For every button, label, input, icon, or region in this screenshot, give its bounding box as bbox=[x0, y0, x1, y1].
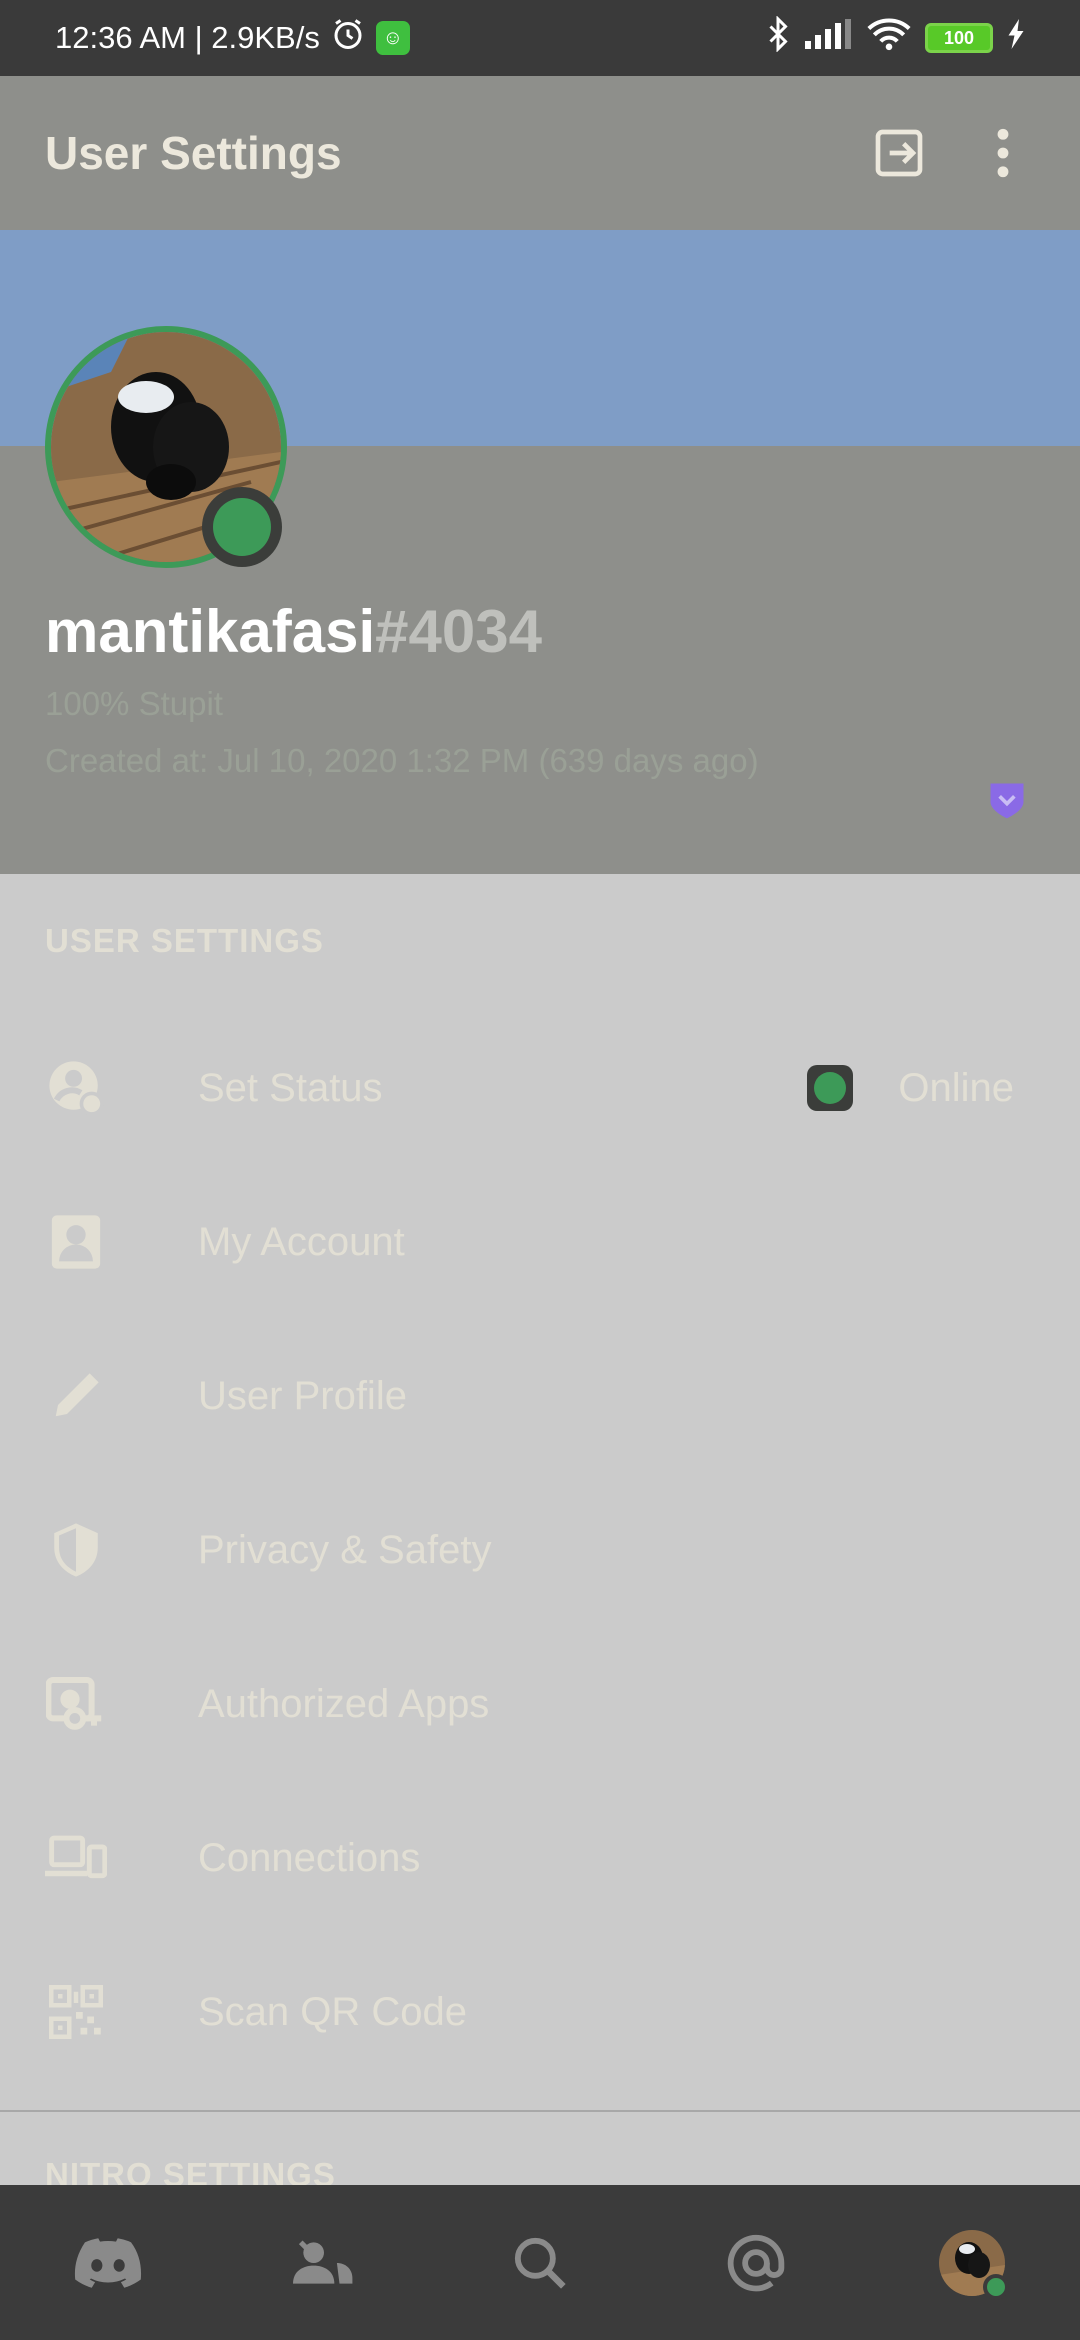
nitro-badge-icon[interactable] bbox=[985, 778, 1029, 822]
more-options-button[interactable] bbox=[971, 121, 1035, 185]
status-time: 12:36 AM | 2.9KB/s bbox=[55, 20, 320, 55]
search-icon bbox=[514, 2237, 566, 2289]
user-profile-label: User Profile bbox=[198, 1373, 407, 1418]
nav-mentions-button[interactable] bbox=[701, 2208, 811, 2318]
discriminator-text: #4034 bbox=[375, 598, 543, 665]
set-status-item[interactable]: Set Status Online bbox=[0, 1028, 1080, 1148]
status-bar: 12:36 AM | 2.9KB/s ☺ 100 bbox=[0, 0, 1080, 76]
status-value: Online bbox=[898, 1065, 1014, 1110]
profile-online-dot bbox=[983, 2273, 1009, 2300]
pencil-icon bbox=[45, 1365, 107, 1427]
bluetooth-icon bbox=[765, 15, 791, 60]
privacy-safety-label: Privacy & Safety bbox=[198, 1527, 492, 1572]
mentions-icon bbox=[727, 2234, 785, 2291]
privacy-safety-item[interactable]: Privacy & Safety bbox=[0, 1490, 1080, 1610]
my-account-label: My Account bbox=[198, 1219, 405, 1264]
signal-icon bbox=[805, 19, 853, 57]
nitro-settings-header: NITRO SETTINGS bbox=[45, 2156, 336, 2186]
notification-app-icon: ☺ bbox=[375, 21, 410, 55]
more-vertical-icon bbox=[997, 128, 1009, 178]
user-profile-item[interactable]: User Profile bbox=[0, 1336, 1080, 1456]
connections-item[interactable]: Connections bbox=[0, 1798, 1080, 1918]
alarm-icon bbox=[330, 16, 366, 60]
authorized-apps-item[interactable]: Authorized Apps bbox=[0, 1644, 1080, 1764]
set-status-label: Set Status bbox=[198, 1065, 383, 1110]
connections-label: Connections bbox=[198, 1835, 421, 1880]
profile-username: mantikafasi#4034 bbox=[45, 597, 542, 666]
scan-qr-code-label: Scan QR Code bbox=[198, 1989, 468, 2034]
discord-home-icon bbox=[74, 2237, 142, 2288]
nav-profile-button[interactable] bbox=[917, 2208, 1027, 2318]
nav-friends-button[interactable] bbox=[269, 2208, 379, 2318]
nav-home-button[interactable] bbox=[53, 2208, 163, 2318]
battery-indicator: 100 bbox=[925, 23, 993, 53]
online-status-dot bbox=[807, 1065, 854, 1111]
user-settings-header: USER SETTINGS bbox=[45, 922, 324, 959]
bottom-nav bbox=[0, 2185, 1080, 2340]
shield-icon bbox=[45, 1519, 107, 1581]
online-status-indicator bbox=[202, 487, 282, 567]
scan-qr-code-item[interactable]: Scan QR Code bbox=[0, 1952, 1080, 2072]
logout-icon bbox=[875, 129, 923, 177]
created-at-text: Created at: Jul 10, 2020 1:32 PM (639 da… bbox=[45, 742, 759, 779]
logout-button[interactable] bbox=[867, 121, 931, 185]
section-divider bbox=[0, 2110, 1080, 2112]
charging-icon bbox=[1007, 19, 1025, 57]
qr-code-icon bbox=[45, 1981, 107, 2043]
username-text: mantikafasi bbox=[45, 598, 376, 665]
page-title: User Settings bbox=[45, 127, 342, 179]
friends-icon bbox=[293, 2240, 353, 2284]
app-bar: User Settings bbox=[0, 76, 1080, 230]
wifi-icon bbox=[867, 17, 911, 59]
nav-search-button[interactable] bbox=[485, 2208, 595, 2318]
apps-key-icon bbox=[45, 1673, 107, 1735]
custom-status-text: 100% Stupit bbox=[45, 685, 223, 722]
devices-icon bbox=[45, 1827, 107, 1889]
authorized-apps-label: Authorized Apps bbox=[198, 1681, 490, 1726]
account-card-icon bbox=[45, 1211, 107, 1273]
my-account-item[interactable]: My Account bbox=[0, 1182, 1080, 1302]
status-face-icon bbox=[45, 1057, 107, 1119]
